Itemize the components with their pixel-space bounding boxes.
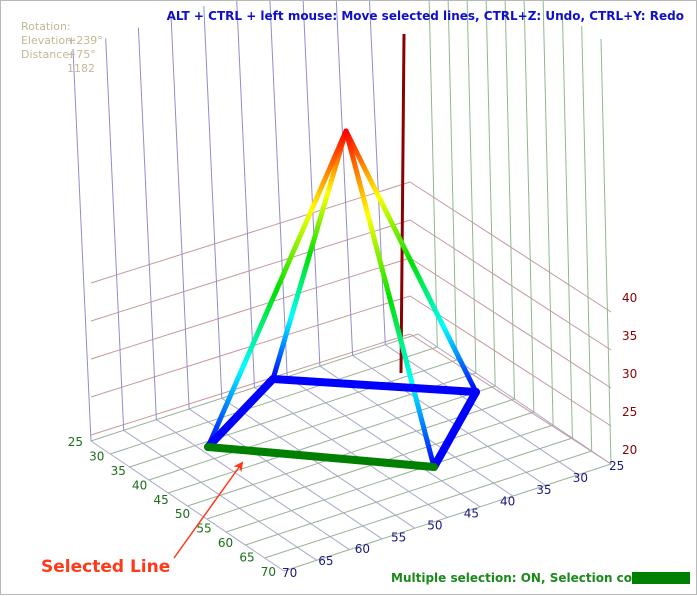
distance-readout: Distance: 1182 [7,34,95,90]
distance-value: 1182 [67,62,95,75]
wall-grid-line [523,1,535,413]
wall-grid-line [561,12,573,439]
z-tick-label: 25 [622,405,637,419]
selection-color-swatch [632,572,690,584]
wall-grid-line [581,25,593,452]
z-tick-label: 40 [622,291,637,305]
3d-viewport[interactable]: 20 25 30 35 40 25 30 35 40 45 50 55 60 65 70 70 65 60 55 50… [0,0,697,595]
grid-lines [72,1,612,572]
bottom-tick-label: 65 [318,554,333,568]
floor-grid-line [206,411,534,520]
z-tick-label: 35 [622,329,637,343]
wall-grid-line [542,1,554,426]
z-tick-label: 30 [622,367,637,381]
wall-grid-line [72,48,92,442]
left-tick-label: 40 [132,478,147,492]
bottom-tick-label: 40 [500,495,515,509]
keyboard-hint: ALT + CTRL + left mouse: Move selected l… [166,9,684,23]
base-edge-right[interactable] [430,388,480,471]
wall-grid-line [269,1,288,377]
axis-tick-labels: 202530354025303540455055606570 7065605550… [68,291,638,580]
bottom-tick-label: 25 [609,459,624,473]
wall-grid-line [203,6,223,399]
bottom-tick-label: 30 [573,471,588,485]
wall-grid-line [369,1,386,345]
bottom-tick-label: 35 [536,483,551,497]
left-tick-label: 65 [239,551,254,565]
selected-line-callout: Selected Line [41,557,171,577]
wall-grid-line [447,1,458,361]
bottom-tick-label: 70 [282,566,297,580]
bottom-tick-label: 45 [464,507,479,521]
wall-grid-line [137,27,157,420]
floor-grid-line [225,424,554,533]
scene-3d[interactable]: 202530354025303540455055606570 7065605550… [1,1,697,596]
vertical-axis-line [399,33,406,374]
selection-status: Multiple selection: ON, Selection color: [391,571,656,585]
left-tick-label: 25 [68,435,83,449]
wall-grid-line [170,16,190,409]
left-tick-label: 45 [154,493,169,507]
wall-grid-line [466,1,477,374]
distance-label: Distance: [21,48,73,61]
left-tick-label: 60 [218,536,233,550]
left-tick-label: 50 [175,507,190,521]
left-tick-label: 70 [261,565,276,579]
bottom-tick-label: 60 [355,542,370,556]
wall-grid-line [335,1,354,356]
bottom-tick-label: 50 [427,518,442,532]
pyramid-edge-back-right[interactable] [343,128,479,395]
base-edge-left[interactable] [204,375,277,451]
bottom-tick-label: 55 [391,530,406,544]
wall-grid-line [236,1,255,388]
wall-grid-line [485,1,496,387]
wall-grid-line [504,1,515,400]
left-tick-label: 30 [89,449,104,463]
wall-grid-line [105,38,125,431]
wall-grid-line [302,1,321,367]
floor-grid-line [385,344,579,476]
left-tick-label: 35 [111,464,126,478]
wall-grid-line [409,333,612,465]
pyramid-edge-front-right[interactable] [343,128,437,470]
z-tick-label: 20 [622,443,637,457]
pyramid-edge-back-left[interactable] [270,128,349,382]
wall-grid-line [600,38,612,465]
